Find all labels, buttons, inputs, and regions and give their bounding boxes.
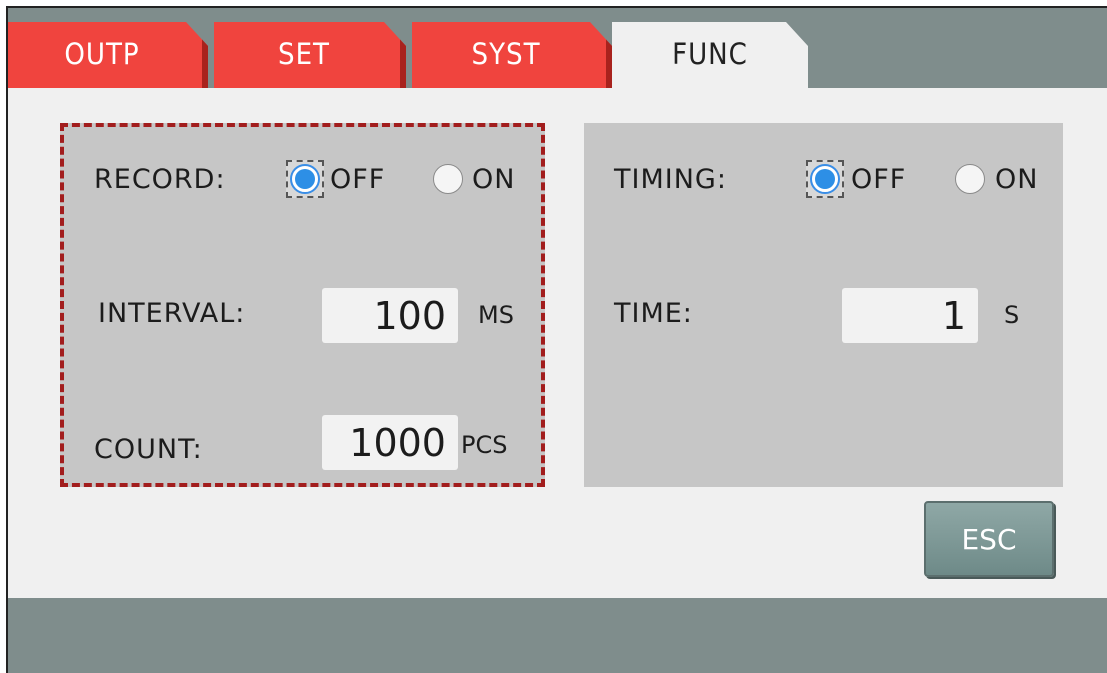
time-value: 1	[941, 293, 966, 338]
tab-syst-label: SYST	[471, 37, 541, 71]
record-off-radio[interactable]	[286, 160, 324, 198]
record-on-radio[interactable]	[429, 160, 467, 198]
record-label: RECORD:	[94, 164, 226, 195]
radio-unchecked-icon	[955, 164, 985, 194]
timing-label: TIMING:	[614, 164, 727, 195]
interval-unit: MS	[478, 301, 514, 329]
time-label: TIME:	[614, 298, 693, 329]
count-label: COUNT:	[94, 434, 203, 465]
time-input[interactable]: 1	[842, 288, 978, 343]
esc-label: ESC	[961, 522, 1017, 556]
radio-checked-icon	[810, 164, 840, 194]
tab-set[interactable]: SET	[214, 22, 406, 94]
time-unit: S	[1004, 301, 1020, 329]
timing-off-label: OFF	[851, 164, 907, 195]
device-screen: OUTP SET SYST FUNC RECORD: OFF ON INTERV…	[6, 6, 1107, 673]
radio-unchecked-icon	[433, 164, 463, 194]
timing-on-radio[interactable]	[951, 160, 989, 198]
tab-outp[interactable]: OUTP	[8, 22, 208, 94]
timing-on-label: ON	[995, 164, 1039, 195]
interval-value: 100	[373, 293, 446, 338]
tab-outp-label: OUTP	[64, 37, 140, 71]
tab-func[interactable]: FUNC	[612, 22, 808, 94]
func-page: RECORD: OFF ON INTERVAL: 100 MS COUNT: 1…	[8, 88, 1107, 598]
tab-set-label: SET	[278, 37, 330, 71]
timing-off-radio[interactable]	[806, 160, 844, 198]
tab-syst[interactable]: SYST	[412, 22, 612, 94]
tab-func-label: FUNC	[672, 37, 748, 71]
record-off-label: OFF	[330, 164, 386, 195]
count-unit: PCS	[461, 431, 508, 459]
interval-input[interactable]: 100	[322, 288, 458, 343]
interval-label: INTERVAL:	[98, 298, 246, 329]
esc-button[interactable]: ESC	[924, 501, 1054, 577]
count-input[interactable]: 1000	[322, 415, 458, 470]
count-value: 1000	[349, 420, 446, 465]
record-on-label: ON	[472, 164, 516, 195]
radio-checked-icon	[290, 164, 320, 194]
